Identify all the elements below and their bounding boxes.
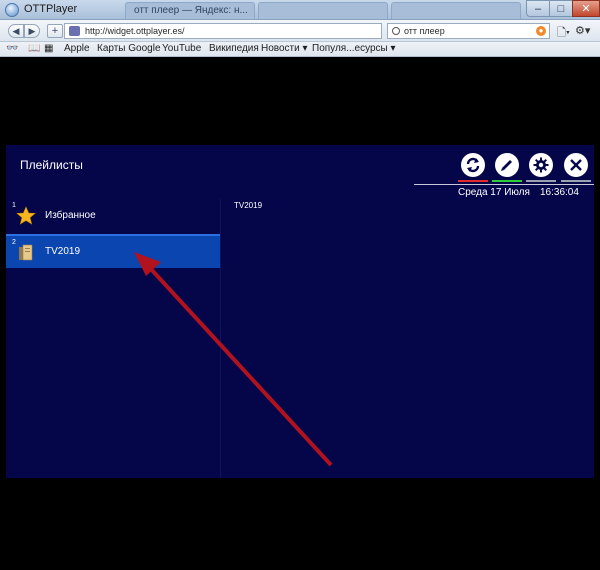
playlist-label: TV2019 [45,246,81,257]
close-icon [570,159,582,171]
current-time: 16:36:04 [540,187,579,198]
selected-playlist-title: TV2019 [234,201,263,210]
browser-tab[interactable] [258,2,388,19]
page-top-margin [0,57,600,145]
playlist-item-favorites[interactable]: 1 Избранное [6,199,220,233]
settings-button[interactable] [529,153,553,177]
ottplayer-widget: Плейлисты Среда 17 Июля 16:36:04 1 Избра… [6,145,594,478]
bookmarks-bar: 👓 📖 ▦ Apple Карты Google YouTube Википед… [0,42,600,57]
refresh-underline [458,180,488,182]
current-date: Среда 17 Июля [458,187,530,198]
playlist-label: Избранное [45,210,96,221]
browser-logo-icon [5,3,19,17]
bookmark-news-folder[interactable]: Новости ▾ [261,43,308,54]
page-bottom-margin [0,478,600,570]
browser-titlebar: OTTPlayer отт плеер — Яндекс: н... – □ ✕ [0,0,600,20]
playlist-item-tv2019[interactable]: 2 TV2019 [6,234,220,268]
refresh-icon [466,157,480,173]
bookmark-wikipedia[interactable]: Википедия [209,43,259,54]
browser-toolbar: ◀ ▶ + http://widget.ottplayer.es/ отт пл… [0,20,600,42]
minimize-button[interactable]: – [526,0,550,17]
url-text: http://widget.ottplayer.es/ [85,26,185,36]
close-button[interactable] [564,153,588,177]
playlist-file-icon [19,244,33,261]
close-underline [561,180,591,182]
search-value: отт плеер [404,26,445,36]
search-icon [392,27,400,35]
add-bookmark-button[interactable]: + [47,24,63,38]
edit-button[interactable] [495,153,519,177]
list-divider [220,199,221,478]
forward-button[interactable]: ▶ [24,24,40,38]
top-sites-grid-icon[interactable]: ▦ [44,43,53,54]
close-window-button[interactable]: ✕ [572,0,600,17]
search-input[interactable]: отт плеер ● [387,23,550,39]
reading-list-icon[interactable]: 👓 [6,43,18,54]
header-divider [414,184,594,185]
gear-menu-icon[interactable]: ⚙▾ [575,24,590,37]
site-favicon-icon [69,26,80,36]
maximize-button[interactable]: □ [549,0,573,17]
address-bar[interactable]: http://widget.ottplayer.es/ [64,23,382,39]
bookmark-google-maps[interactable]: Карты Google [97,43,161,54]
search-clear-icon[interactable]: ● [536,26,546,36]
settings-underline [526,180,556,182]
bookmark-youtube[interactable]: YouTube [162,43,201,54]
bookmark-apple[interactable]: Apple [64,43,90,54]
pencil-icon [501,160,512,171]
edit-underline [492,180,522,182]
bookmarks-book-icon[interactable]: 📖 [28,43,40,54]
window-title: OTTPlayer [24,3,78,15]
refresh-button[interactable] [461,153,485,177]
browser-tab[interactable] [391,2,521,19]
page-title: Плейлисты [20,158,83,172]
page-menu-icon[interactable]: 🗋▾ [557,24,570,43]
bookmark-popular-folder[interactable]: Популя...есурсы ▾ [312,43,396,54]
back-button[interactable]: ◀ [8,24,24,38]
star-icon [16,206,36,225]
gear-icon [533,157,549,173]
browser-tab[interactable]: отт плеер — Яндекс: н... [125,2,255,19]
